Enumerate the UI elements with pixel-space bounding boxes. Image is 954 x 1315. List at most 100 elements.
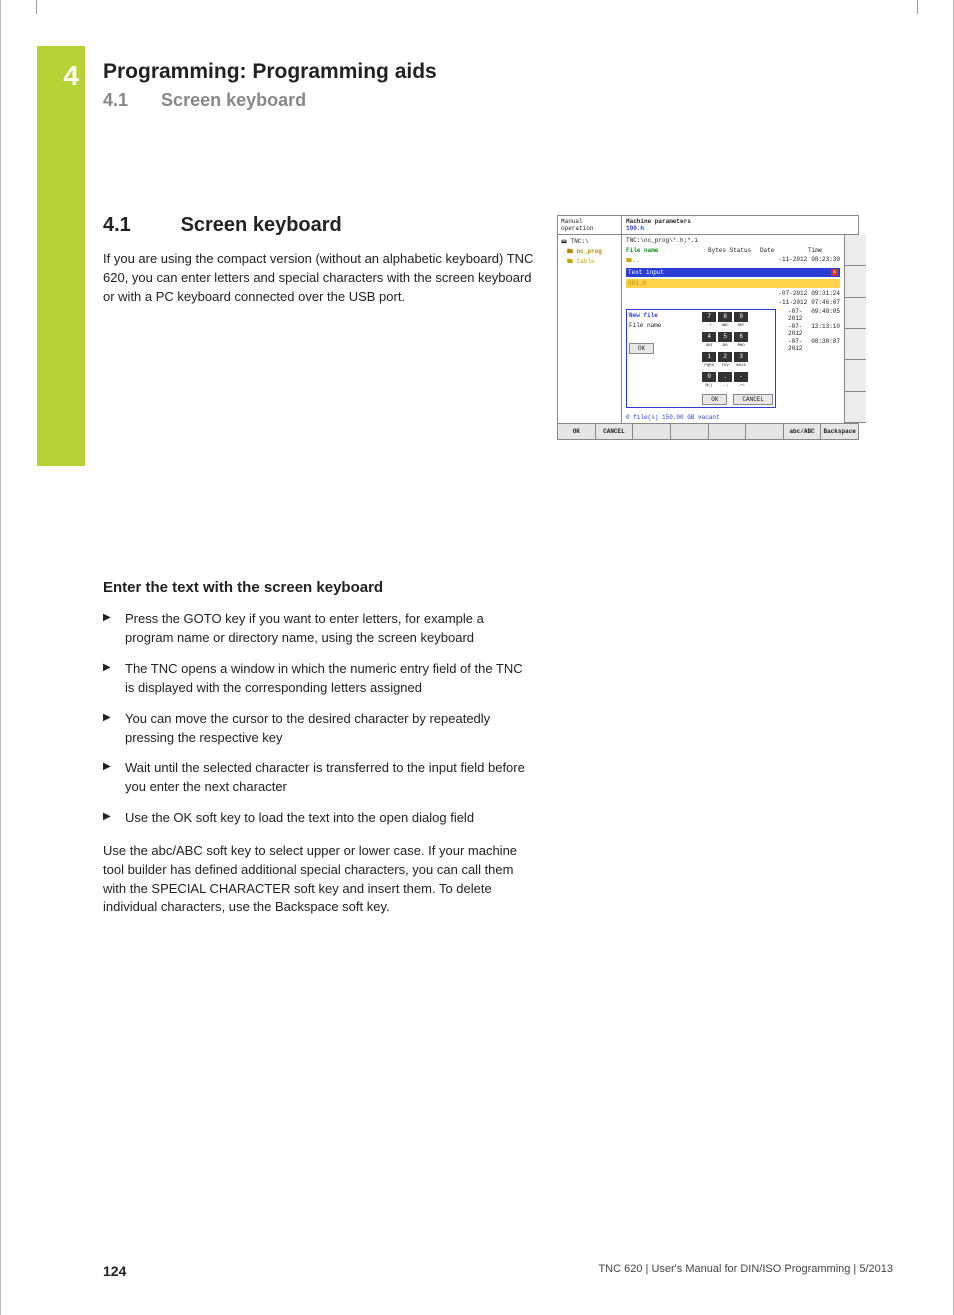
title-area: Machine parameters 100.h: [622, 216, 858, 235]
softkey-empty[interactable]: [671, 424, 709, 439]
softkey-abc[interactable]: abc/ABC: [784, 424, 822, 439]
side-slot[interactable]: [844, 392, 866, 423]
figure-column: Manual operation Machine parameters 100.…: [557, 211, 859, 931]
keypad-key[interactable]: 3: [734, 352, 748, 362]
table-row[interactable]: -11-201207:46:07: [626, 299, 840, 306]
keypad-sub: DEF: [734, 324, 748, 330]
text-column: 4.1 Screen keyboard If you are using the…: [103, 211, 535, 931]
side-slot[interactable]: [844, 329, 866, 360]
side-slot[interactable]: [844, 298, 866, 329]
chapter-tab: 4: [37, 46, 85, 466]
crop-mark-right: [917, 0, 918, 14]
side-slot[interactable]: [844, 235, 866, 266]
title-line-2: 100.h: [626, 225, 854, 232]
folder-tree[interactable]: 🖴 TNC:\ 🖿 nc_prog 🖿 table: [558, 235, 622, 423]
keypad-key[interactable]: 8: [718, 312, 732, 322]
side-softkey-slots: [844, 235, 866, 423]
text-input-bar[interactable]: Text input ×: [626, 268, 840, 277]
table-row[interactable]: -07-201209:31:24: [626, 290, 840, 297]
footer-reference: TNC 620 | User's Manual for DIN/ISO Prog…: [598, 1263, 893, 1279]
file-manager: 🖴 TNC:\ 🖿 nc_prog 🖿 table TNC:\nc_prog\*…: [558, 235, 844, 423]
list-item: The TNC opens a window in which the nume…: [103, 660, 535, 698]
col-time[interactable]: Time: [808, 247, 840, 254]
column-headers: File name Bytes Status Date Time: [622, 246, 844, 255]
softkey-backspace[interactable]: Backspace: [821, 424, 858, 439]
table-row[interactable]: -07-201213:13:10: [788, 323, 840, 337]
keypad-area: 7 8 9 .? ABC DEF 4 5: [702, 312, 773, 405]
page: 4 Programming: Programming aids 4.1 Scre…: [0, 0, 954, 1315]
dialog-ok-button[interactable]: OK: [629, 343, 654, 354]
dialog-title: New file: [629, 312, 698, 319]
keypad-sub: GHI: [702, 344, 716, 350]
path-field[interactable]: TNC:\nc_prog\*.h;*.i: [622, 235, 844, 246]
crop-mark-left: [36, 0, 37, 14]
keypad-sub: WXYZ: [734, 364, 748, 370]
list-item: You can move the cursor to the desired c…: [103, 710, 535, 748]
keypad-ok-button[interactable]: OK: [702, 394, 727, 405]
keypad-sub: -+=: [734, 384, 748, 390]
tree-folder-table[interactable]: 🖿 table: [561, 257, 618, 267]
keypad-cancel-button[interactable]: CANCEL: [733, 394, 773, 405]
content-area: Programming: Programming aids 4.1 Screen…: [103, 54, 893, 931]
table-row[interactable]: -07-201209:48:05: [788, 308, 840, 322]
keypad-key[interactable]: 7: [702, 312, 716, 322]
body-row: 4.1 Screen keyboard If you are using the…: [103, 211, 893, 931]
keypad-sub: JKL: [718, 344, 732, 350]
keypad-sub: TUV: [718, 364, 732, 370]
table-row[interactable]: 🖿.. -11-201208:23:30: [626, 256, 840, 266]
side-slot[interactable]: [844, 360, 866, 391]
table-row[interactable]: 081.H: [626, 279, 840, 288]
list-item: Use the OK soft key to load the text int…: [103, 809, 535, 828]
keypad-key[interactable]: 6: [734, 332, 748, 342]
keypad-sub: ABC: [718, 324, 732, 330]
side-slot[interactable]: [844, 266, 866, 297]
softkey-empty[interactable]: [633, 424, 671, 439]
dialog-field-label: File name: [629, 322, 698, 329]
col-date[interactable]: Date: [760, 247, 808, 254]
chapter-number: 4: [37, 60, 79, 92]
page-number: 124: [103, 1263, 126, 1279]
col-filename[interactable]: File name: [626, 247, 708, 254]
keypad-key[interactable]: 5: [718, 332, 732, 342]
keypad-key[interactable]: 1: [702, 352, 716, 362]
keypad-key[interactable]: -: [734, 372, 748, 382]
close-icon[interactable]: ×: [831, 269, 838, 276]
softkey-ok[interactable]: OK: [558, 424, 596, 439]
softkey-empty[interactable]: [709, 424, 747, 439]
keypad-sub: .,;: [718, 384, 732, 390]
section-heading-text: Screen keyboard: [181, 214, 342, 236]
intro-paragraph: If you are using the compact version (wi…: [103, 250, 535, 307]
page-footer: 124 TNC 620 | User's Manual for DIN/ISO …: [103, 1263, 893, 1279]
softkey-cancel[interactable]: CANCEL: [596, 424, 634, 439]
keypad-key[interactable]: 0: [702, 372, 716, 382]
title-line-1: Machine parameters: [626, 218, 854, 225]
mode-field: Manual operation: [558, 216, 622, 235]
keypad-key[interactable]: .: [718, 372, 732, 382]
keypad-sub: @(): [702, 384, 716, 390]
list-item: Wait until the selected character is tra…: [103, 759, 535, 797]
keypad-key[interactable]: 9: [734, 312, 748, 322]
col-bytes[interactable]: Bytes Status: [708, 247, 760, 254]
running-section: 4.1 Screen keyboard: [103, 90, 893, 111]
keypad-sub: MNO: [734, 344, 748, 350]
softkey-row: OK CANCEL abc/ABC Backspace: [558, 423, 858, 439]
running-section-number: 4.1: [103, 90, 128, 110]
running-section-name: Screen keyboard: [161, 90, 306, 110]
tnc-screenshot: Manual operation Machine parameters 100.…: [557, 215, 859, 440]
tree-folder-prog[interactable]: 🖿 nc_prog: [561, 247, 618, 257]
closing-paragraph: Use the abc/ABC soft key to select upper…: [103, 842, 535, 917]
file-list: TNC:\nc_prog\*.h;*.i File name Bytes Sta…: [622, 235, 844, 423]
keypad: 7 8 9 .? ABC DEF 4 5: [702, 312, 773, 390]
softkey-empty[interactable]: [746, 424, 784, 439]
status-line: 0 file(s) 150.00 GB vacant: [622, 412, 844, 423]
remaining-rows: -07-201209:48:05 -07-201213:13:10 -07-20…: [784, 307, 844, 412]
chapter-title: Programming: Programming aids: [103, 60, 893, 84]
section-heading: 4.1 Screen keyboard: [103, 211, 535, 240]
screenshot-header: Manual operation Machine parameters 100.…: [558, 216, 858, 235]
keypad-key[interactable]: 4: [702, 332, 716, 342]
new-file-dialog: New file File name OK 7 8: [626, 309, 776, 408]
table-row[interactable]: -07-201208:30:07: [788, 338, 840, 352]
tree-root[interactable]: 🖴 TNC:\: [561, 237, 618, 247]
screenshot-main: 🖴 TNC:\ 🖿 nc_prog 🖿 table TNC:\nc_prog\*…: [558, 235, 858, 423]
keypad-key[interactable]: 2: [718, 352, 732, 362]
